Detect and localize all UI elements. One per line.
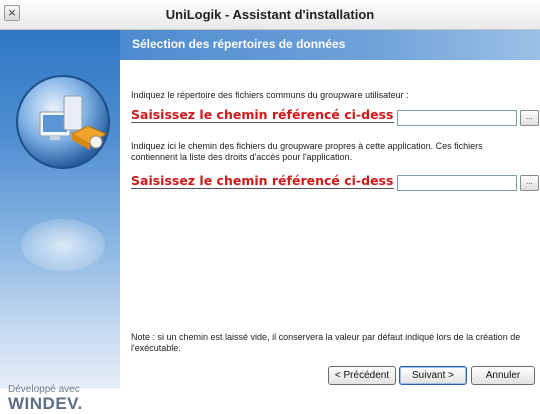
app-dir-input[interactable]: Saisissez le chemin référencé ci-dessus — [131, 174, 394, 189]
field-2-label: Indiquez ici le chemin des fichiers du g… — [131, 141, 483, 162]
window-title: UniLogik - Assistant d'installation — [165, 7, 375, 22]
wizard-side-panel: Développé avec WINDEV. — [0, 30, 120, 413]
note-text: Note : si un chemin est laissé vide, il … — [131, 332, 521, 353]
installer-window: × UniLogik - Assistant d'installation Dé… — [0, 0, 540, 413]
wizard-header: Sélection des répertoires de données — [120, 30, 540, 60]
common-dir-input[interactable]: Saisissez le chemin référencé ci-dessus — [131, 108, 394, 123]
common-dir-input-box[interactable] — [397, 110, 517, 126]
globe-reflection — [21, 219, 105, 271]
wizard-illustration — [16, 75, 110, 271]
page-title: Sélection des répertoires de données — [132, 37, 346, 51]
field-1-label: Indiquez le répertoire des fichiers comm… — [131, 90, 409, 100]
title-bar: × UniLogik - Assistant d'installation — [0, 0, 540, 30]
cancel-button[interactable]: Annuler — [471, 366, 535, 385]
previous-button[interactable]: < Précédent — [328, 366, 396, 385]
windev-logo: WINDEV. — [8, 394, 83, 413]
wizard-content: Indiquez le répertoire des fichiers comm… — [120, 60, 540, 389]
next-button[interactable]: Suivant > — [399, 366, 467, 385]
app-dir-input-box[interactable] — [397, 175, 517, 191]
browse-button-2[interactable]: ... — [520, 175, 539, 191]
browse-button-1[interactable]: ... — [520, 110, 539, 126]
